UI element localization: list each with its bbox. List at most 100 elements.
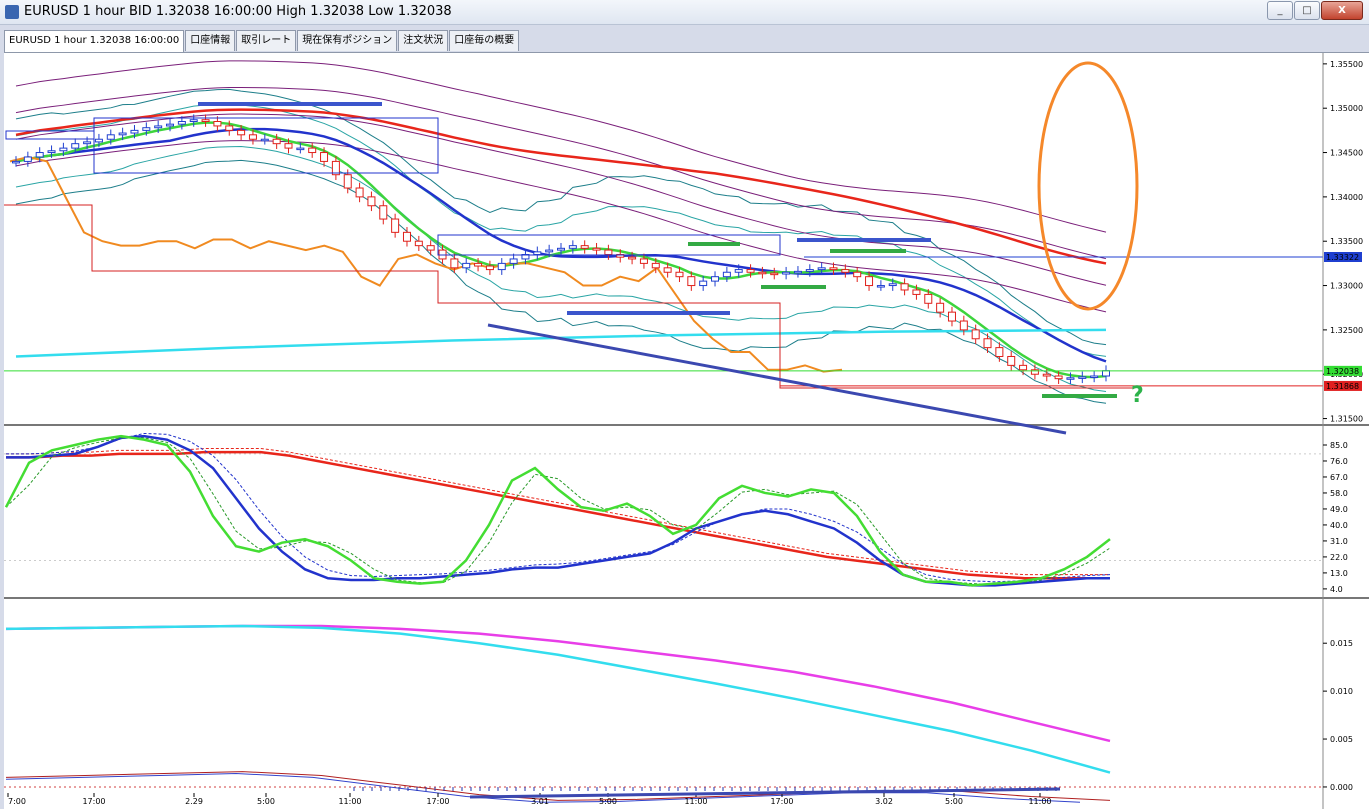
candle-body (142, 127, 151, 131)
candle-body (450, 258, 459, 269)
stoch-tick-label: 13.0 (1330, 569, 1348, 578)
candle-body (699, 280, 708, 287)
stoch-green-dashed (5, 437, 1111, 585)
price-tick-label: 1.33500 (1330, 237, 1363, 246)
minimize-button[interactable]: _ (1267, 1, 1293, 20)
tab-orders[interactable]: 注文状況 (398, 30, 449, 51)
window-title: EURUSD 1 hour BID 1.32038 16:00:00 High … (24, 4, 452, 19)
price-tick-label: 1.34000 (1330, 193, 1363, 202)
tab-positions[interactable]: 現在保有ポジション (297, 30, 398, 51)
stoch-tick-label: 40.0 (1330, 521, 1348, 530)
x-tick-label: 17:00 (770, 797, 793, 806)
macd-panel (4, 624, 1322, 803)
close-button[interactable]: X (1321, 1, 1363, 20)
candle-body (237, 129, 246, 136)
x-tick-label: 7:00 (8, 797, 26, 806)
candle-body (1019, 364, 1028, 371)
macd-tick-label: 0.000 (1330, 783, 1353, 792)
candle-body (177, 121, 186, 125)
maximize-button[interactable]: □ (1294, 1, 1320, 20)
x-tick-label: 11:00 (338, 797, 361, 806)
candle-body (367, 196, 376, 207)
bollinger-band-outer (15, 159, 1107, 404)
candle-body (201, 119, 210, 123)
candle-body (971, 329, 980, 340)
question-mark-annotation: ? (1131, 383, 1144, 408)
price-tick-label: 1.33000 (1330, 282, 1363, 291)
price-tick-label: 1.35500 (1330, 60, 1363, 69)
stoch-tick-label: 49.0 (1330, 505, 1348, 514)
candle-body (604, 249, 613, 256)
candle-body (533, 251, 542, 256)
candle-body (35, 152, 44, 158)
tab-account-info[interactable]: 口座情報 (185, 30, 236, 51)
candle-body (876, 285, 885, 288)
envelope-line (15, 140, 1107, 313)
sma-red-line (15, 108, 1107, 265)
candle-body (426, 245, 435, 251)
candle-body (711, 276, 720, 282)
candle-body (782, 271, 791, 275)
x-tick-label: 2.29 (185, 797, 203, 806)
stochastic-panel (4, 432, 1322, 587)
candle-body (343, 174, 352, 189)
candle-body (663, 267, 672, 273)
candle-body (628, 256, 637, 260)
app-icon (5, 5, 19, 19)
price-level-label: 1.33322 (1326, 253, 1359, 262)
x-tick-label: 17:00 (82, 797, 105, 806)
price-level-label: 1.31868 (1326, 382, 1359, 391)
candle-body (592, 247, 601, 251)
candle-body (1054, 375, 1063, 380)
candle-body (402, 231, 411, 242)
candle-body (166, 123, 175, 127)
candle-body (793, 270, 802, 274)
stoch-signal-red-dashed (6, 448, 1110, 576)
candle-body (758, 271, 767, 275)
candle-body (379, 205, 388, 220)
stoch-green-line (4, 434, 1111, 587)
candle-body (995, 347, 1004, 357)
chart-area[interactable]: 1.35500 1.35000 1.34500 1.34000 1.33500 1.330… (4, 52, 1369, 809)
candle-body (462, 262, 471, 269)
candle-body (817, 267, 826, 271)
candle-body (485, 265, 494, 271)
stoch-tick-label: 58.0 (1330, 489, 1348, 498)
candle-body (189, 119, 198, 123)
candle-body (296, 147, 305, 151)
stoch-red-line (6, 450, 1110, 580)
price-level-label: 1.32038 (1326, 367, 1359, 376)
title-bar: EURUSD 1 hour BID 1.32038 16:00:00 High … (0, 0, 1369, 25)
candle-body (1090, 375, 1099, 379)
candle-body (639, 258, 648, 264)
candle-body (947, 311, 956, 322)
tab-chart[interactable]: EURUSD 1 hour 1.32038 16:00:00 (4, 30, 185, 52)
candle-body (213, 121, 222, 127)
candle-body (12, 160, 20, 164)
candle-body (805, 269, 814, 272)
candle-body (687, 276, 696, 287)
candle-body (734, 269, 743, 273)
candle-body (651, 262, 660, 269)
candle-body (106, 134, 115, 140)
candle-body (284, 143, 293, 149)
candle-body (23, 156, 32, 162)
stoch-tick-label: 85.0 (1330, 441, 1348, 450)
candle-body (1066, 377, 1075, 380)
candle-body (391, 218, 400, 233)
candle-body (829, 267, 838, 271)
tab-rates[interactable]: 取引レート (236, 30, 297, 51)
candle-body (1102, 370, 1110, 377)
candle-body (924, 293, 933, 304)
chart-svg[interactable]: 1.35500 1.35000 1.34500 1.34000 1.33500 1.330… (4, 53, 1369, 809)
macd-magenta-line (5, 624, 1111, 743)
price-tick-label: 1.34500 (1330, 149, 1363, 158)
macd-tick-label: 0.010 (1330, 687, 1353, 696)
stoch-blue-line (6, 434, 1110, 587)
candle-body (983, 338, 992, 349)
candle-body (47, 150, 56, 154)
candle-body (841, 269, 850, 273)
stoch-tick-label: 76.0 (1330, 457, 1348, 466)
candle-body (320, 152, 329, 162)
tab-account-summary[interactable]: 口座毎の概要 (449, 30, 520, 51)
